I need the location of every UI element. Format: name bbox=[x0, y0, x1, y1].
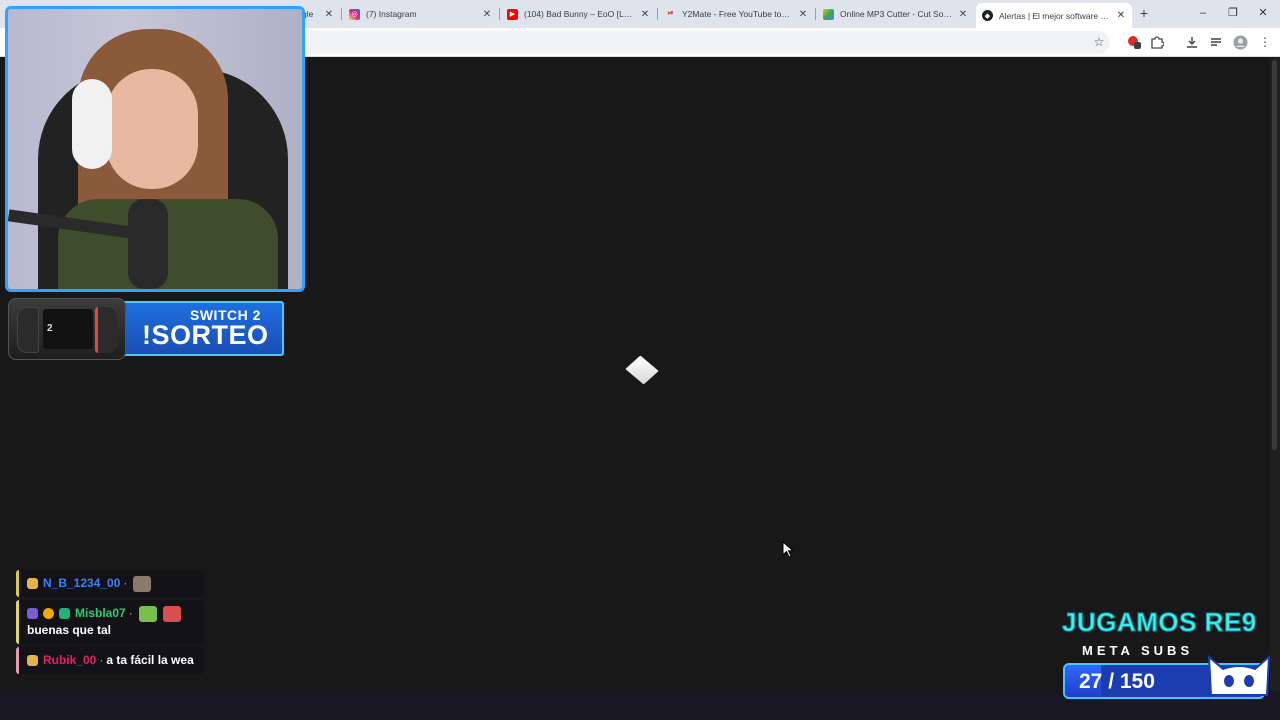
chat-emote-icon bbox=[133, 575, 152, 592]
media-queue-icon[interactable] bbox=[1208, 34, 1224, 50]
console-label: 2 bbox=[47, 323, 53, 334]
microphone-icon bbox=[128, 199, 168, 289]
streamer-shirt bbox=[58, 199, 278, 289]
close-icon[interactable]: ✕ bbox=[480, 9, 494, 20]
sub-goal-subtitle: META SUBS bbox=[1082, 643, 1194, 658]
mp3cutter-favicon-icon bbox=[823, 8, 834, 20]
close-icon[interactable]: ✕ bbox=[322, 9, 336, 20]
tab-alertas[interactable]: ◆ Alertas | El mejor software para ✕ bbox=[976, 3, 1132, 28]
tab-y2mate[interactable]: ⏯ Y2Mate - Free YouTube to MP3 ✕ bbox=[659, 3, 814, 25]
mouse-cursor-icon bbox=[782, 541, 795, 558]
chat-username: Rubik_00 bbox=[43, 653, 97, 667]
chat-text: buenas que tal bbox=[27, 623, 112, 637]
tab-divider bbox=[499, 8, 500, 20]
chat-badge-icon bbox=[27, 608, 38, 619]
tab-label: Y2Mate - Free YouTube to MP3 bbox=[682, 9, 792, 19]
star-icon[interactable]: ☆ bbox=[1091, 34, 1107, 50]
chat-separator: · bbox=[123, 576, 128, 590]
sub-goal-widget: JUGAMOS RE9 META SUBS 27 / 150 bbox=[1058, 605, 1274, 701]
tab-divider bbox=[657, 8, 658, 20]
joycon-left bbox=[17, 307, 39, 353]
extension-badge-icon[interactable] bbox=[1126, 34, 1142, 50]
chat-badge-icon bbox=[27, 578, 38, 589]
scrollbar-thumb[interactable] bbox=[1272, 60, 1277, 450]
chat-message: Rubik_00 · a ta fácil la wea bbox=[16, 647, 204, 674]
restore-button[interactable]: ❐ bbox=[1222, 4, 1244, 22]
streamer-face bbox=[106, 69, 198, 189]
cat-mascot-icon bbox=[1207, 654, 1271, 696]
tab-label: Online MP3 Cutter - Cut Songs bbox=[840, 9, 952, 19]
sub-goal-count: 27 / 150 bbox=[1079, 670, 1155, 693]
profile-avatar-icon[interactable] bbox=[1232, 34, 1248, 50]
chat-emote-icon bbox=[162, 605, 181, 622]
close-icon[interactable]: ✕ bbox=[956, 9, 970, 20]
tab-label: Alertas | El mejor software para bbox=[999, 10, 1110, 21]
chat-text: a ta fácil la wea bbox=[106, 653, 194, 667]
webcam-feed bbox=[5, 6, 305, 292]
close-icon[interactable]: ✕ bbox=[796, 9, 810, 20]
chat-overlay: N_B_1234_00 · Misbla07 · buenas que tal … bbox=[16, 570, 204, 677]
joycon-right bbox=[95, 307, 117, 353]
close-icon[interactable]: ✕ bbox=[638, 9, 652, 20]
youtube-favicon-icon: ▶ bbox=[507, 8, 518, 20]
tab-mp3-cutter[interactable]: Online MP3 Cutter - Cut Songs ✕ bbox=[817, 3, 974, 25]
chat-badge-icon bbox=[43, 608, 54, 619]
chat-username: Misbla07 bbox=[75, 606, 126, 620]
more-menu-icon[interactable]: ⋮ bbox=[1257, 34, 1273, 50]
chat-separator: · bbox=[99, 653, 104, 667]
download-icon[interactable] bbox=[1184, 34, 1200, 50]
tab-instagram[interactable]: ◎ (7) Instagram ✕ bbox=[343, 3, 498, 25]
sub-goal-title: JUGAMOS RE9 bbox=[1062, 607, 1257, 638]
tab-label: (7) Instagram bbox=[366, 9, 417, 19]
chat-username: N_B_1234_00 bbox=[43, 576, 121, 590]
chat-separator: · bbox=[128, 606, 133, 620]
headphones-icon bbox=[72, 79, 112, 169]
alertas-favicon-icon: ◆ bbox=[982, 10, 993, 21]
giveaway-banner: 2 SWITCH 2 !SORTEO bbox=[0, 296, 286, 360]
chat-badge-icon bbox=[59, 608, 70, 619]
puzzle-icon[interactable] bbox=[1149, 34, 1165, 50]
close-icon[interactable]: ✕ bbox=[1114, 10, 1128, 21]
instagram-favicon-icon: ◎ bbox=[349, 8, 360, 20]
tab-divider bbox=[341, 8, 342, 20]
chat-message: Misbla07 · buenas que tal bbox=[16, 600, 204, 644]
page-scrollbar[interactable] bbox=[1270, 58, 1280, 690]
close-window-button[interactable]: ✕ bbox=[1252, 4, 1274, 22]
tab-youtube[interactable]: ▶ (104) Bad Bunny – EoO [Letra] ✕ bbox=[501, 3, 656, 25]
address-bar[interactable] bbox=[230, 31, 1110, 54]
tab-divider bbox=[815, 8, 816, 20]
minimize-button[interactable]: – bbox=[1192, 4, 1214, 22]
giveaway-title: !SORTEO bbox=[142, 320, 269, 350]
chat-emote-icon bbox=[138, 605, 157, 622]
y2mate-favicon-icon: ⏯ bbox=[667, 10, 674, 17]
switch-console-icon: 2 bbox=[8, 298, 126, 360]
chat-message: N_B_1234_00 · bbox=[16, 570, 204, 597]
tab-label: (104) Bad Bunny – EoO [Letra] bbox=[524, 9, 634, 19]
chat-badge-icon bbox=[27, 655, 38, 666]
new-tab-button[interactable]: + bbox=[1136, 5, 1152, 21]
